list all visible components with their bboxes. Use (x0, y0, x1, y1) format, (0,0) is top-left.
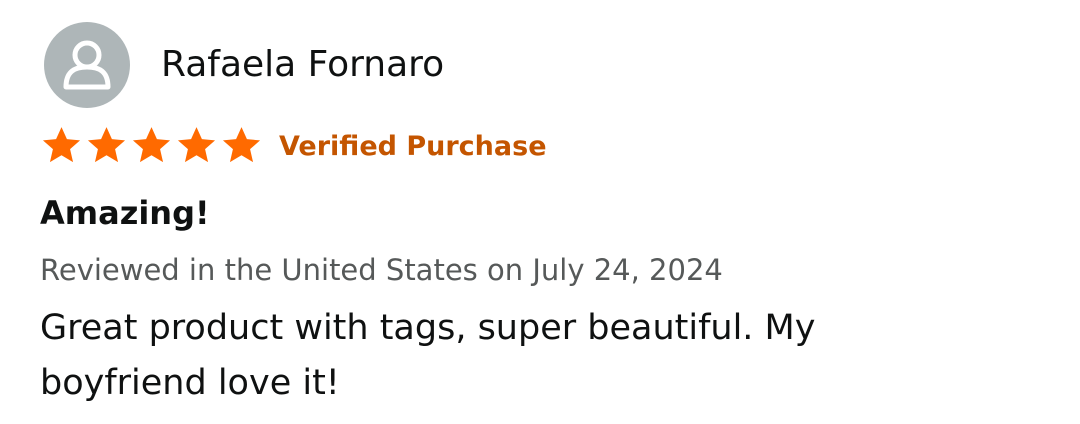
review-date: Reviewed in the United States on July 24… (40, 253, 723, 287)
verified-purchase-badge[interactable]: Verified Purchase (279, 131, 547, 162)
rating-row: Verified Purchase (40, 124, 547, 168)
reviewer-profile[interactable]: Rafaela Fornaro (44, 22, 444, 108)
star-icon (42, 127, 81, 163)
star-icon (222, 127, 261, 163)
star-rating[interactable] (40, 125, 263, 167)
star-icon (132, 127, 171, 163)
avatar[interactable] (44, 22, 130, 108)
reviewer-name[interactable]: Rafaela Fornaro (161, 45, 444, 85)
star-icon (177, 127, 216, 163)
review-body: Great product with tags, super beautiful… (40, 308, 816, 403)
review-title[interactable]: Amazing! (40, 192, 210, 234)
star-icon (87, 127, 126, 163)
customer-review: Rafaela Fornaro Verified Purchase Amazin… (0, 0, 1080, 424)
default-user-icon (63, 40, 111, 90)
